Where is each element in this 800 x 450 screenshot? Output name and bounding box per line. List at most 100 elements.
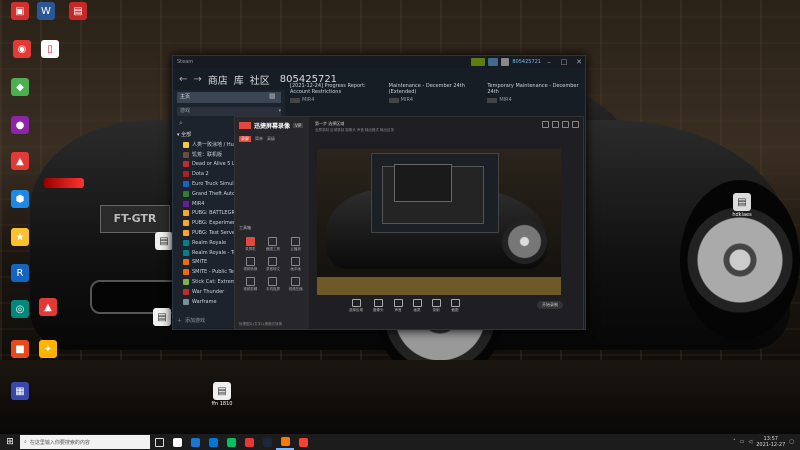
taskbar-app[interactable] [240, 434, 258, 450]
recorder-control-button[interactable]: 录制 [431, 299, 441, 313]
taskbar-app[interactable] [258, 434, 276, 450]
close-icon[interactable] [572, 121, 579, 128]
account-name[interactable]: 805425721 [512, 59, 541, 65]
news-item[interactable]: Maintenance - December 24th (Extended) MI… [386, 81, 485, 111]
desktop-shortcut[interactable]: ▲ [34, 298, 62, 316]
news-item[interactable]: Temporary Maintenance - December 24th MIR… [484, 81, 583, 111]
grid-view-icon[interactable]: ▦ [269, 92, 276, 100]
recorder-footer-tip[interactable]: 处理图片/文字以便格式转换 [239, 322, 282, 327]
recording-preview [317, 149, 561, 295]
volume-icon[interactable]: ◁ [748, 439, 752, 445]
messages-button[interactable] [488, 58, 499, 66]
desktop-shortcut[interactable]: ◉ [8, 40, 36, 58]
desktop-file-icon[interactable]: ▤ ffn 1810 [208, 382, 236, 407]
news-source: MIR4 [487, 97, 580, 103]
recorder-control-button[interactable]: 画质 [412, 299, 422, 313]
taskbar-app[interactable] [168, 434, 186, 450]
plus-icon: ＋ [177, 318, 183, 324]
toolbox-item[interactable]: 视频压缩 [284, 277, 307, 292]
desktop-shortcut[interactable]: ✦ [34, 340, 62, 358]
desktop-shortcut[interactable]: ◆ [6, 78, 34, 96]
desktop-shortcut[interactable]: R [6, 264, 34, 282]
network-icon[interactable]: ▭ [740, 439, 745, 445]
desktop-shortcut[interactable]: ▦ [6, 382, 34, 400]
screen-recorder-window[interactable]: 迅捷屏幕录像 VIP 录屏 简单 高级 工具箱 录屏机 截图工具 云播放 视频转换 录音… [234, 116, 584, 330]
nav-store[interactable]: 商店 [208, 72, 228, 87]
notifications-icon[interactable]: ▢ [789, 439, 794, 445]
game-icon [183, 279, 189, 286]
avatar[interactable] [501, 58, 510, 66]
tab-record[interactable]: 录屏 [239, 136, 251, 142]
control-label: 声音 [394, 308, 402, 312]
game-icon [183, 249, 189, 256]
desktop-shortcut[interactable]: ▲ [6, 152, 34, 170]
control-icon [351, 299, 361, 307]
desktop-shortcut[interactable]: ◎ [6, 300, 34, 318]
preview-floor [317, 277, 561, 295]
forward-arrow-icon[interactable]: → [193, 74, 201, 85]
toolbox-item[interactable]: 录屏机 [239, 237, 262, 252]
app-icon [208, 437, 218, 447]
news-source: MIR4 [388, 97, 482, 103]
minimize-button[interactable]: – [543, 56, 555, 68]
taskbar-app[interactable] [222, 434, 240, 450]
toolbox-item[interactable]: 截图工具 [262, 237, 285, 252]
desktop-shortcut[interactable]: W [32, 2, 60, 20]
minimize-icon[interactable] [562, 121, 569, 128]
nav-community[interactable]: 社区 [250, 72, 270, 87]
desktop-shortcut[interactable]: ▯ [36, 40, 64, 58]
task-view-icon[interactable] [150, 434, 168, 450]
desktop-shortcut[interactable]: ★ [6, 228, 34, 246]
taskbar-apps [168, 434, 312, 450]
vip-badge[interactable]: VIP [293, 123, 304, 128]
recorder-options-row[interactable]: 全屏录制 区域录制 摄像头 声音 输出格式 输出目录 [311, 128, 583, 133]
toolbox-item[interactable]: 云播放 [284, 237, 307, 252]
library-home-button[interactable]: 主页 [177, 92, 281, 103]
game-title: SMITE - Public Tes [192, 269, 237, 276]
back-arrow-icon[interactable]: ← [179, 74, 187, 85]
app-icon: ● [11, 116, 29, 134]
start-recording-button[interactable]: 开始录制 [537, 301, 563, 309]
tool-label: 画中画 [290, 267, 301, 271]
maximize-button[interactable]: □ [558, 56, 570, 68]
tool-icon [291, 257, 301, 266]
desktop-shortcut[interactable]: ● [6, 116, 34, 134]
taskbar-app[interactable] [276, 434, 294, 450]
windows-start-icon[interactable]: ⊞ [0, 434, 20, 450]
tool-icon [245, 277, 255, 286]
desktop-shortcut[interactable]: ■ [6, 340, 34, 358]
menu-icon[interactable] [552, 121, 559, 128]
desktop-shortcut[interactable]: ▣ [6, 2, 34, 20]
recorder-control-button[interactable]: 截图 [450, 299, 460, 313]
app-icon: ▯ [41, 40, 59, 58]
search-input[interactable]: ⌕ 在这里输入你要搜索的内容 [20, 435, 150, 449]
clock[interactable]: 13:57 2021-12-27 [756, 436, 785, 448]
recorder-control-button[interactable]: 声音 [393, 299, 403, 313]
taskbar-app[interactable] [186, 434, 204, 450]
nav-library[interactable]: 库 [234, 72, 244, 87]
library-filter-dropdown[interactable]: 游戏 ▾ [177, 107, 281, 116]
close-button[interactable]: ✕ [573, 56, 585, 68]
tool-label: 视频压缩 [288, 287, 303, 291]
chevron-up-icon[interactable]: ˄ [733, 439, 736, 445]
recorder-control-button[interactable]: 选择区域 [349, 299, 363, 313]
menu-steam[interactable]: Steam [177, 59, 193, 65]
desktop-file-icon[interactable]: ▤ hdklaes [728, 193, 756, 218]
tab-simple[interactable]: 简单 [255, 136, 263, 142]
desktop-shortcut[interactable]: ⬢ [6, 190, 34, 208]
taskbar-app[interactable] [294, 434, 312, 450]
toolbox-item[interactable]: 手机投屏 [262, 277, 285, 292]
add-game-button[interactable]: ＋ 添加游戏 [177, 317, 205, 324]
taskbar-app[interactable] [204, 434, 222, 450]
desktop-shortcut[interactable]: ▤ [64, 2, 92, 20]
toolbox-item[interactable]: 画中画 [284, 257, 307, 272]
recorder-control-button[interactable]: 摄像头 [373, 299, 384, 313]
news-item[interactable]: [2021-12-24] Progress Report: Account Re… [287, 81, 386, 111]
toolbox-item[interactable]: 视频剪辑 [239, 277, 262, 292]
toolbox-item[interactable]: 视频转换 [239, 257, 262, 272]
notification-button[interactable] [471, 58, 486, 66]
settings-icon[interactable] [542, 121, 549, 128]
preview-wheel [502, 219, 547, 264]
toolbox-item[interactable]: 录音转文 [262, 257, 285, 272]
tab-advanced[interactable]: 高级 [267, 136, 275, 142]
